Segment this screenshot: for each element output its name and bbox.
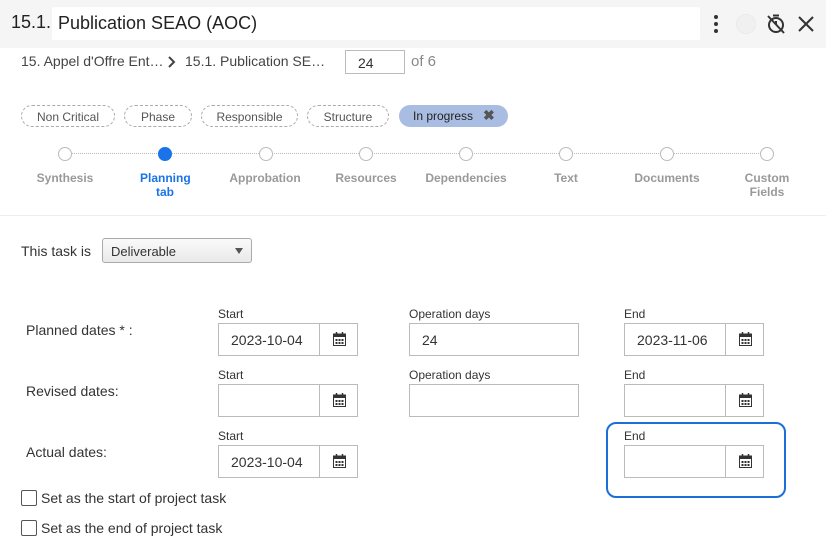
status-tag-in-progress[interactable]: In progress ✖ bbox=[399, 105, 508, 127]
calendar-icon[interactable] bbox=[319, 446, 358, 477]
revised-end-field[interactable] bbox=[624, 384, 764, 417]
tab-documents[interactable]: Documents bbox=[622, 171, 712, 185]
step-dot-planning[interactable] bbox=[158, 147, 172, 161]
planned-end-label: End bbox=[624, 307, 646, 321]
planned-days-label: Operation days bbox=[409, 307, 491, 321]
task-type-select[interactable]: Deliverable bbox=[102, 238, 252, 263]
actual-start-value: 2023-10-04 bbox=[231, 454, 303, 470]
tab-custom-fields[interactable]: Custom Fields bbox=[722, 171, 812, 199]
remove-tag-icon[interactable]: ✖ bbox=[483, 107, 495, 124]
actual-dates-label: Actual dates: bbox=[26, 444, 107, 460]
tag-non-critical[interactable]: Non Critical bbox=[21, 105, 115, 127]
start-of-project-label[interactable]: Set as the start of project task bbox=[41, 490, 226, 506]
planned-days-value: 24 bbox=[422, 332, 438, 348]
revised-days-label: Operation days bbox=[409, 368, 491, 382]
status-circle-icon[interactable] bbox=[736, 14, 756, 34]
planned-days-input[interactable]: 24 bbox=[409, 323, 579, 356]
step-dot-dependencies[interactable] bbox=[459, 147, 473, 161]
breadcrumb-parent[interactable]: 15. Appel d'Offre Ent… bbox=[21, 53, 164, 69]
section-divider bbox=[0, 215, 826, 216]
revised-days-input[interactable] bbox=[409, 384, 579, 417]
actual-start-label: Start bbox=[218, 429, 244, 443]
chevron-down-icon bbox=[235, 248, 243, 254]
step-dot-synthesis[interactable] bbox=[58, 147, 72, 161]
planned-dates-label: Planned dates * : bbox=[26, 322, 133, 338]
calendar-icon[interactable] bbox=[319, 385, 358, 416]
calendar-icon[interactable] bbox=[725, 324, 764, 355]
status-tag-label: In progress bbox=[413, 109, 474, 123]
task-number: 15.1. bbox=[11, 12, 52, 32]
planned-start-label: Start bbox=[218, 307, 244, 321]
calendar-icon[interactable] bbox=[725, 385, 764, 416]
planned-end-value: 2023-11-06 bbox=[637, 332, 708, 348]
tag-structure[interactable]: Structure bbox=[307, 105, 389, 127]
close-icon[interactable] bbox=[796, 14, 816, 34]
planned-start-value: 2023-10-04 bbox=[231, 332, 303, 348]
tab-resources[interactable]: Resources bbox=[321, 171, 411, 185]
task-title-input[interactable]: Publication SEAO (AOC) bbox=[52, 7, 700, 40]
tag-responsible[interactable]: Responsible bbox=[201, 105, 298, 127]
end-of-project-checkbox[interactable] bbox=[21, 520, 37, 536]
task-title-text: Publication SEAO (AOC) bbox=[58, 13, 258, 33]
step-dot-resources[interactable] bbox=[359, 147, 373, 161]
step-dot-documents[interactable] bbox=[660, 147, 674, 161]
tab-dependencies[interactable]: Dependencies bbox=[421, 171, 511, 185]
revised-end-label: End bbox=[624, 368, 646, 382]
tab-text[interactable]: Text bbox=[521, 171, 611, 185]
step-dot-custom-fields[interactable] bbox=[760, 147, 774, 161]
dialog-header: 15.1. Publication SEAO (AOC) bbox=[0, 0, 826, 48]
focus-highlight bbox=[606, 422, 786, 498]
breadcrumb-current[interactable]: 15.1. Publication SE… bbox=[185, 53, 325, 69]
start-of-project-checkbox[interactable] bbox=[21, 490, 37, 506]
revised-start-field[interactable] bbox=[218, 384, 358, 417]
task-type-label: This task is bbox=[21, 243, 92, 259]
revised-start-label: Start bbox=[218, 368, 244, 382]
more-vertical-icon[interactable] bbox=[709, 14, 723, 34]
chevron-right-icon bbox=[165, 54, 179, 70]
page-total: of 6 bbox=[411, 53, 437, 70]
revised-dates-label: Revised dates: bbox=[26, 383, 119, 399]
actual-start-field[interactable]: 2023-10-04 bbox=[218, 445, 358, 478]
tab-approbation[interactable]: Approbation bbox=[220, 171, 310, 185]
page-number-input[interactable]: 24 bbox=[345, 50, 405, 74]
timer-off-icon[interactable] bbox=[765, 13, 787, 35]
planned-start-field[interactable]: 2023-10-04 bbox=[218, 323, 358, 356]
step-dot-text[interactable] bbox=[559, 147, 573, 161]
tab-planning[interactable]: Planning tab bbox=[120, 171, 210, 199]
planned-end-field[interactable]: 2023-11-06 bbox=[624, 323, 764, 356]
end-of-project-label[interactable]: Set as the end of project task bbox=[41, 520, 222, 536]
calendar-icon[interactable] bbox=[319, 324, 358, 355]
tab-synthesis[interactable]: Synthesis bbox=[20, 171, 110, 185]
step-dot-approbation[interactable] bbox=[259, 147, 273, 161]
tag-phase[interactable]: Phase bbox=[124, 105, 192, 127]
task-type-value: Deliverable bbox=[111, 244, 177, 259]
